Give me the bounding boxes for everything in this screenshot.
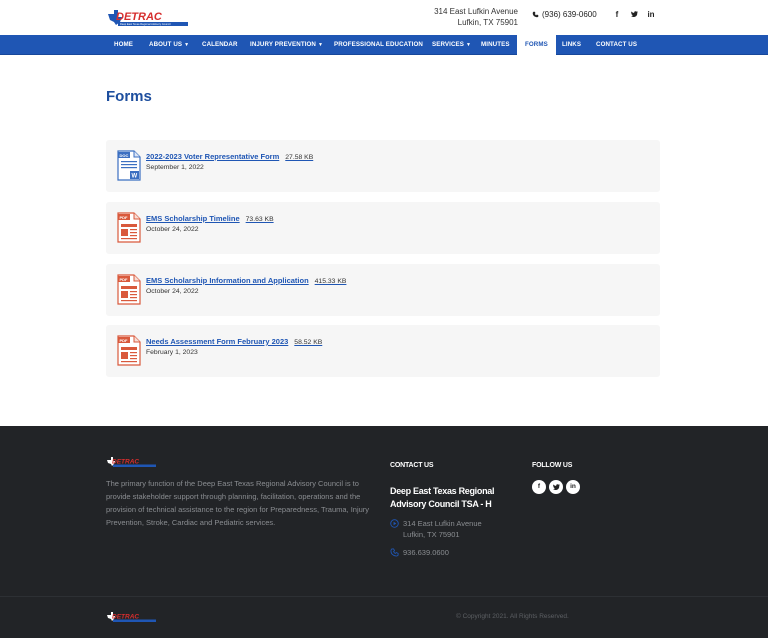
footer-logo-wordmark: DETRAC [112,459,139,466]
form-name: EMS Scholarship Information and Applicat… [146,276,309,285]
phone-icon [390,548,399,557]
linkedin-icon[interactable]: in [566,480,580,494]
form-file-size: 73.63 KB [245,216,274,223]
file-type-label: DOC [120,153,129,158]
location-icon [390,519,399,528]
nav-calendar-label: Calendar [202,41,238,48]
footer-address-line1: 314 East Lufkin Avenue [403,519,482,528]
form-date: October 24, 2022 [146,226,199,233]
form-name: 2022-2023 Voter Representative Form [146,152,280,161]
form-download-link[interactable]: EMS Scholarship Timeline 73.63 KB [146,214,274,223]
nav-forms-label: Forms [525,41,548,48]
form-date: October 24, 2022 [146,288,199,295]
footer-description: The primary function of the Deep East Te… [106,479,370,527]
form-download-link[interactable]: EMS Scholarship Information and Applicat… [146,276,346,285]
pdf-document-icon: PDF [117,212,141,243]
nav-home[interactable]: Home [114,35,133,55]
twitter-icon[interactable] [629,10,639,19]
nav-professional-education-label: Professional Education [334,41,423,48]
linkedin-icon[interactable]: in [646,10,656,19]
form-file-size: 27.58 KB [285,154,314,161]
file-type-label: PDF [120,338,129,343]
footer-address: 314 East Lufkin Avenue Lufkin, TX 75901 [403,518,482,540]
form-name: EMS Scholarship Timeline [146,214,240,223]
header-address-line2: Lufkin, TX 75901 [457,18,518,27]
nav-contact-us-label: Contact Us [596,41,638,48]
copyright-text: © Copyright 2021. All Rights Reserved. [456,613,569,620]
header-address-line1: 314 East Lufkin Avenue [434,7,518,16]
nav-services-label: Services [432,41,464,48]
footer-phone[interactable]: 936.639.0600 [403,548,449,557]
footer-address-line2: Lufkin, TX 75901 [403,530,460,539]
footer-logo[interactable]: DETRAC [106,456,156,468]
form-name: Needs Assessment Form February 2023 [146,337,289,346]
form-date: February 1, 2023 [146,349,198,356]
footer-org-name: Deep East Texas Regional Advisory Counci… [390,486,495,509]
site-header: DETRAC Deep East Texas Regional Advisory… [0,0,768,35]
chevron-down-icon: ▼ [184,42,190,48]
form-download-link[interactable]: Needs Assessment Form February 2023 58.52… [146,337,322,346]
file-type-label: PDF [120,215,129,220]
nav-minutes[interactable]: Minutes [481,35,510,55]
nav-about-us-label: About Us [149,41,183,48]
footer-bottom-logo-wordmark: DETRAC [112,614,139,621]
form-download-link[interactable]: 2022-2023 Voter Representative Form 27.58… [146,152,313,161]
nav-calendar[interactable]: Calendar [202,35,238,55]
nav-links[interactable]: Links [562,35,581,55]
nav-services[interactable]: Services ▼ [432,35,471,55]
footer-divider [0,596,768,597]
pdf-document-icon: PDF [117,274,141,305]
header-address: 314 East Lufkin Avenue Lufkin, TX 75901 [420,6,518,28]
header-phone-number: (936) 639-0600 [542,10,597,19]
detrac-logo[interactable]: DETRAC Deep East Texas Regional Advisory… [106,8,188,28]
form-list-item: PDF Needs Assessment Form February 2023 5… [106,325,660,377]
footer-bottom-logo[interactable]: DETRAC [106,611,156,623]
form-list-item: PDF EMS Scholarship Information and Appl… [106,264,660,316]
facebook-icon[interactable]: f [532,480,546,494]
form-list-item: DOC W 2022-2023 Voter Representative For… [106,140,660,192]
chevron-down-icon: ▼ [318,42,324,48]
follow-us-heading: FOLLOW US [532,462,573,469]
form-file-size: 58.52 KB [294,339,323,346]
form-list-item: PDF EMS Scholarship Timeline 73.63 KB Oct… [106,202,660,254]
header-phone[interactable]: (936) 639-0600 [532,10,597,19]
form-date: September 1, 2022 [146,164,204,171]
form-file-size: 415.33 KB [314,278,347,285]
site-footer: DETRAC The primary function of the Deep … [0,426,768,638]
nav-about-us[interactable]: About Us ▼ [149,35,189,55]
logo-wordmark: DETRAC [116,11,163,23]
nav-injury-prevention[interactable]: Injury Prevention ▼ [250,35,323,55]
nav-links-label: Links [562,41,582,48]
chevron-down-icon: ▼ [465,42,472,48]
nav-professional-education[interactable]: Professional Education [334,35,423,55]
nav-injury-prevention-label: Injury Prevention [250,41,316,48]
file-type-label: PDF [120,277,129,282]
pdf-document-icon: PDF [117,335,141,366]
nav-contact-us[interactable]: Contact Us [596,35,637,55]
facebook-icon[interactable]: f [612,10,622,19]
twitter-icon[interactable] [549,480,563,494]
word-document-icon: DOC W [117,150,141,181]
nav-minutes-label: Minutes [481,41,510,48]
nav-home-label: Home [114,41,133,48]
main-nav: Home About Us ▼ Calendar Injury Preventio… [0,35,768,55]
nav-forms[interactable]: Forms [517,35,556,55]
page-title: Forms [106,88,152,105]
phone-icon [532,11,539,18]
contact-us-heading: CONTACT US [390,462,434,469]
svg-text:W: W [132,174,138,180]
logo-tagline: Deep East Texas Regional Advisory Counci… [120,22,171,26]
